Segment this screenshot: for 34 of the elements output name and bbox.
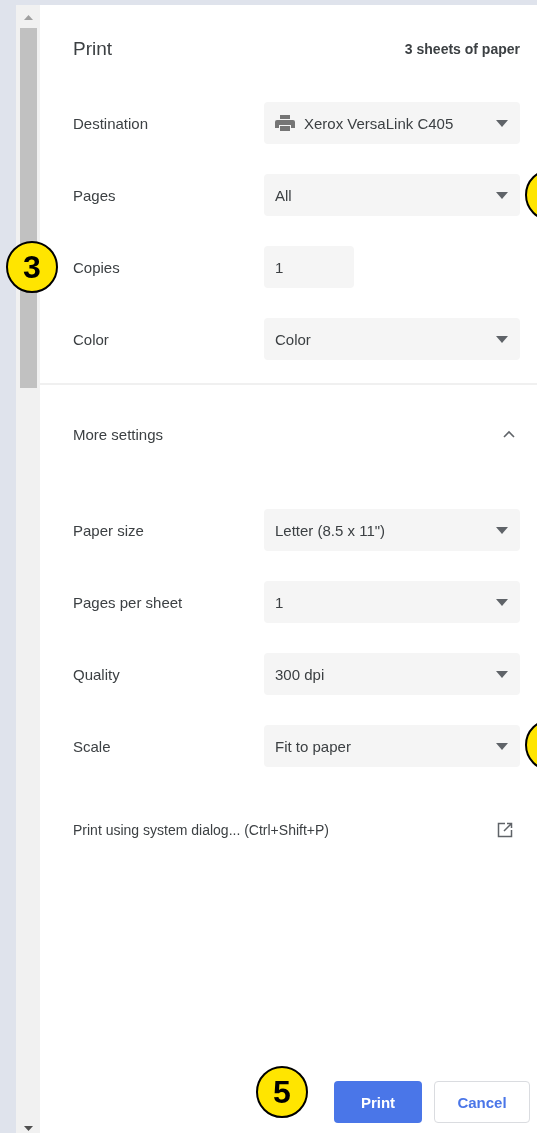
- setting-label: Copies: [73, 258, 121, 276]
- dropdown[interactable]: Xerox VersaLink C405: [264, 102, 520, 144]
- dropdown[interactable]: Color: [264, 318, 520, 360]
- copies-field[interactable]: 1: [264, 246, 354, 288]
- dropdown-arrow-icon: [496, 526, 508, 534]
- setting-label: Pages: [73, 186, 117, 204]
- dropdown-arrow-icon: [496, 670, 508, 678]
- setting-label: Destination: [73, 114, 150, 132]
- printer-icon: [275, 115, 295, 131]
- dialog-title: Print: [73, 38, 113, 60]
- dropdown[interactable]: 1: [264, 581, 520, 623]
- dropdown-arrow-icon: [496, 742, 508, 750]
- setting-label: Pages per sheet: [73, 593, 184, 611]
- print-button[interactable]: Print: [334, 1081, 422, 1123]
- dropdown[interactable]: All: [264, 174, 520, 216]
- setting-label: Color: [73, 330, 110, 348]
- open-external-icon[interactable]: [497, 822, 513, 838]
- dropdown[interactable]: Letter (8.5 x 11"): [264, 509, 520, 551]
- system-dialog-link[interactable]: Print using system dialog... (Ctrl+Shift+P): [73, 822, 329, 838]
- dropdown[interactable]: 300 dpi: [264, 653, 520, 695]
- scroll-down-icon[interactable]: [23, 1126, 33, 1131]
- dropdown-arrow-icon: [496, 335, 508, 343]
- callout-badge: 3: [6, 241, 58, 293]
- setting-label: Paper size: [73, 521, 145, 539]
- setting-label: Quality: [73, 665, 121, 683]
- cancel-button[interactable]: Cancel: [434, 1081, 530, 1123]
- chevron-up-icon: [503, 430, 515, 438]
- dropdown[interactable]: Fit to paper: [264, 725, 520, 767]
- sheet-count: 3 sheets of paper: [404, 41, 520, 57]
- setting-label: Scale: [73, 737, 112, 755]
- more-settings-toggle[interactable]: More settings: [40, 385, 537, 483]
- dropdown-arrow-icon: [496, 598, 508, 606]
- dropdown-arrow-icon: [496, 191, 508, 199]
- dropdown-arrow-icon: [496, 119, 508, 127]
